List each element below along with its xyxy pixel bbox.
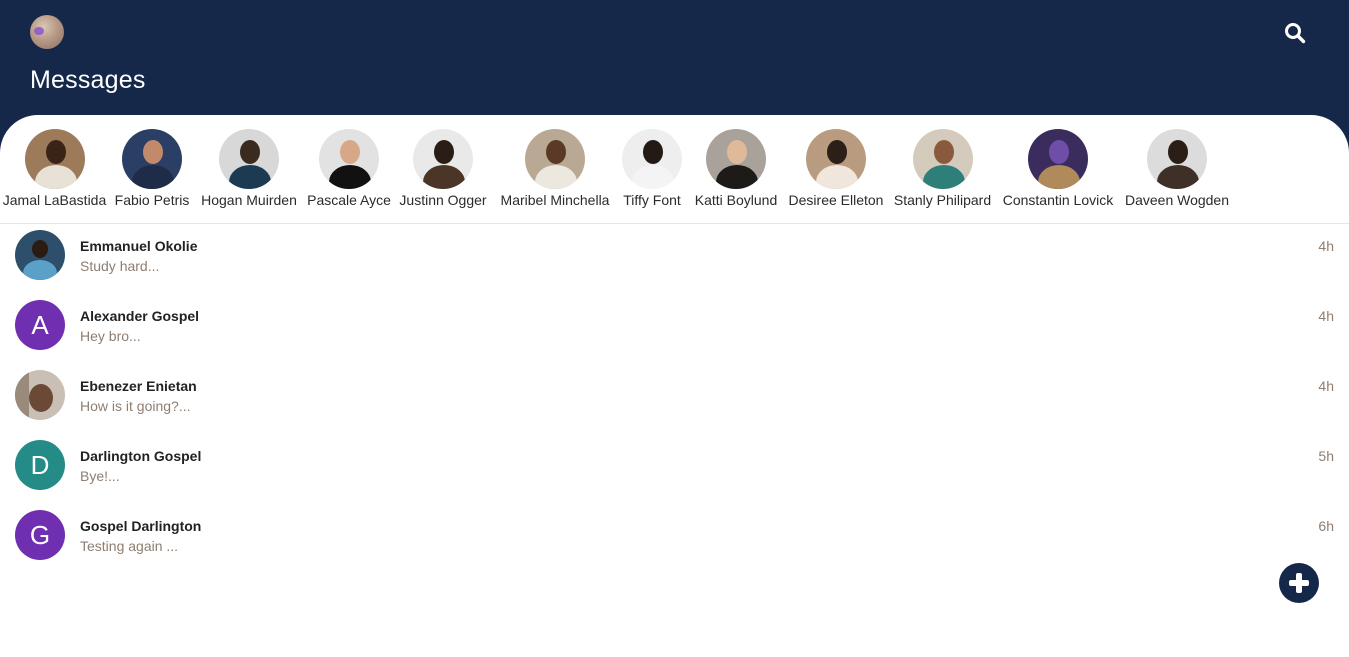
story-name: Katti Boylund	[694, 192, 778, 208]
story-name: Daveen Wogden	[1124, 192, 1230, 208]
conversation-time: 4h	[1318, 238, 1334, 254]
story-name: Maribel Minchella	[500, 192, 610, 208]
conversation-time: 6h	[1318, 518, 1334, 534]
avatar-initial: G	[29, 519, 51, 550]
conversation-item[interactable]: D Darlington Gospel Bye!... 5h	[0, 440, 1349, 502]
conversation-name: Ebenezer Enietan	[80, 378, 197, 394]
story-avatar	[413, 129, 473, 189]
story-name: Hogan Muirden	[201, 192, 297, 208]
story-name: Fabio Petris	[114, 192, 190, 208]
story-avatar	[122, 129, 182, 189]
story-item[interactable]: Desiree Elleton	[789, 129, 883, 208]
messages-panel: Jamal LaBastida Fabio Petris Hogan Muird…	[0, 115, 1349, 657]
story-item[interactable]: Tiffy Font	[622, 129, 682, 208]
conversation-avatar: G	[15, 510, 65, 560]
conversation-avatar: A	[15, 300, 65, 350]
conversation-preview: Testing again ...	[80, 538, 179, 554]
conversation-time: 5h	[1318, 448, 1334, 464]
conversation-time: 4h	[1318, 378, 1334, 394]
profile-avatar[interactable]	[30, 15, 64, 49]
story-avatar	[24, 129, 85, 189]
story-item[interactable]: Katti Boylund	[693, 129, 779, 208]
story-name: Tiffy Font	[623, 192, 681, 208]
story-name: Jamal LaBastida	[2, 192, 107, 208]
conversation-item[interactable]: A Alexander Gospel Hey bro... 4h	[0, 300, 1349, 362]
conversation-item[interactable]: G Gospel Darlington Testing again ... 6h	[0, 510, 1349, 572]
story-item[interactable]: Constantin Lovick	[1002, 129, 1114, 208]
conversation-preview: Bye!...	[80, 468, 120, 484]
plus-icon	[1289, 573, 1309, 593]
story-name: Justinn Ogger	[399, 192, 487, 208]
conversation-time: 4h	[1318, 308, 1334, 324]
story-name: Stanly Philipard	[893, 192, 992, 208]
story-item[interactable]: Pascale Ayce	[307, 129, 391, 208]
story-name: Constantin Lovick	[1002, 192, 1114, 208]
conversation-name: Alexander Gospel	[80, 308, 200, 324]
story-item[interactable]: Hogan Muirden	[199, 129, 299, 208]
story-name: Desiree Elleton	[788, 192, 884, 208]
avatar-initial: D	[30, 449, 50, 480]
avatar-initial: A	[31, 309, 49, 340]
story-avatar	[622, 129, 682, 189]
story-avatar	[806, 129, 866, 189]
story-avatar	[525, 129, 585, 189]
page-title: Messages	[30, 66, 146, 94]
conversation-name: Darlington Gospel	[80, 448, 202, 464]
story-avatar	[912, 129, 973, 189]
conversation-avatar	[15, 230, 65, 280]
conversation-avatar: D	[15, 440, 65, 490]
story-avatar	[1147, 129, 1207, 189]
story-item[interactable]: Justinn Ogger	[398, 129, 488, 208]
conversation-preview: How is it going?...	[80, 398, 191, 414]
story-item[interactable]: Daveen Wogden	[1124, 129, 1230, 208]
search-button[interactable]	[1280, 18, 1310, 48]
story-name: Pascale Ayce	[307, 192, 391, 208]
story-item[interactable]: Maribel Minchella	[498, 129, 612, 208]
conversation-name: Emmanuel Okolie	[80, 238, 198, 254]
conversation-preview: Hey bro...	[80, 328, 141, 344]
conversation-item[interactable]: Emmanuel Okolie Study hard... 4h	[0, 230, 1349, 292]
story-item[interactable]: Jamal LaBastida	[2, 129, 107, 208]
divider	[0, 223, 1349, 224]
story-avatar	[219, 129, 279, 189]
conversation-avatar	[15, 370, 65, 420]
story-item[interactable]: Stanly Philipard	[893, 129, 992, 208]
story-avatar	[1028, 129, 1088, 189]
search-icon	[1285, 23, 1306, 44]
new-message-button[interactable]	[1279, 563, 1319, 603]
stories-row: Jamal LaBastida Fabio Petris Hogan Muird…	[0, 129, 1349, 209]
story-item[interactable]: Fabio Petris	[115, 129, 189, 208]
story-avatar	[319, 129, 379, 189]
story-avatar	[706, 129, 766, 189]
conversation-item[interactable]: Ebenezer Enietan How is it going?... 4h	[0, 370, 1349, 432]
conversation-preview: Study hard...	[80, 258, 160, 274]
conversation-name: Gospel Darlington	[80, 518, 202, 534]
